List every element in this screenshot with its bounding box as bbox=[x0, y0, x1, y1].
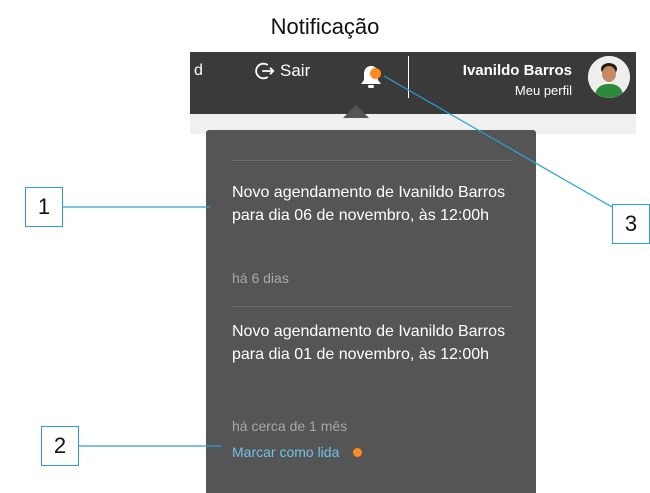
callout-1: 1 bbox=[25, 187, 63, 227]
callout-lines bbox=[63, 75, 613, 447]
callout-2: 2 bbox=[41, 426, 79, 466]
callout-3: 3 bbox=[612, 204, 650, 244]
